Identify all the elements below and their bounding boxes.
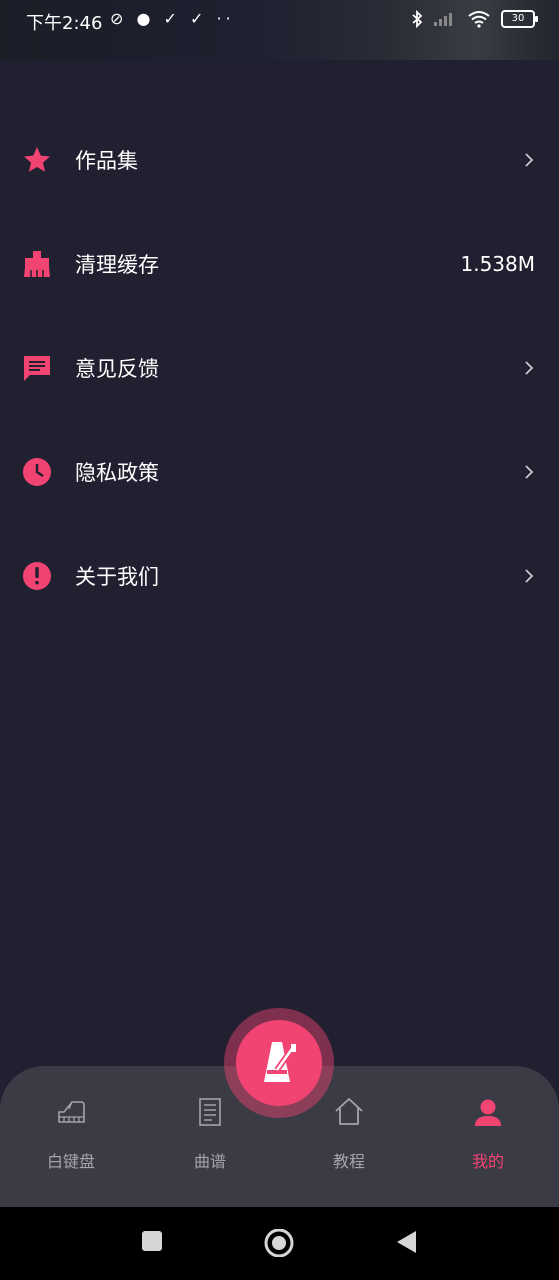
status-bar: 下午2:46 ⊘ ● ✓ ✓ ·· 30 bbox=[0, 0, 559, 60]
star-icon bbox=[24, 147, 50, 172]
back-icon[interactable] bbox=[394, 1229, 418, 1255]
recent-apps-icon[interactable] bbox=[140, 1229, 164, 1253]
metronome-button[interactable] bbox=[236, 1020, 322, 1106]
system-nav-bar bbox=[0, 1207, 559, 1280]
menu-item-about[interactable]: 关于我们 bbox=[0, 524, 559, 628]
menu-item-clear-cache[interactable]: 清理缓存 1.538M bbox=[0, 212, 559, 316]
tab-tutorial[interactable]: 教程 bbox=[299, 1096, 399, 1172]
chevron-right-icon bbox=[525, 465, 534, 479]
status-time: 下午2:46 bbox=[26, 13, 103, 34]
menu-label: 作品集 bbox=[75, 149, 138, 173]
notification-icons: ⊘ ● ✓ ✓ ·· bbox=[110, 9, 235, 28]
clock-icon bbox=[23, 458, 51, 486]
nav-label: 教程 bbox=[332, 1152, 365, 1171]
menu-item-privacy[interactable]: 隐私政策 bbox=[0, 420, 559, 524]
menu-label: 清理缓存 bbox=[75, 253, 159, 277]
alert-icon bbox=[23, 562, 51, 590]
battery-icon: 30 bbox=[501, 10, 538, 28]
cache-size-value: 1.538M bbox=[460, 252, 535, 276]
piano-icon bbox=[58, 1101, 85, 1123]
tab-white-keys[interactable]: 白键盘 bbox=[21, 1096, 121, 1172]
nav-label: 白键盘 bbox=[46, 1152, 95, 1171]
menu-item-portfolio[interactable]: 作品集 bbox=[0, 108, 559, 212]
signal-icon bbox=[434, 13, 452, 26]
menu-label: 关于我们 bbox=[75, 565, 159, 589]
chevron-right-icon bbox=[525, 569, 534, 583]
chat-icon bbox=[24, 356, 50, 381]
chevron-right-icon bbox=[525, 361, 534, 375]
broom-icon bbox=[24, 251, 50, 277]
home-button-icon[interactable] bbox=[263, 1229, 295, 1257]
chevron-right-icon bbox=[525, 153, 534, 167]
menu-item-feedback[interactable]: 意见反馈 bbox=[0, 316, 559, 420]
sheet-music-icon bbox=[199, 1098, 221, 1126]
wifi-icon bbox=[468, 11, 490, 28]
tab-mine[interactable]: 我的 bbox=[438, 1096, 538, 1172]
home-icon bbox=[335, 1098, 363, 1125]
menu-label: 隐私政策 bbox=[75, 461, 159, 485]
person-icon bbox=[475, 1099, 501, 1126]
status-right-icons: 30 bbox=[411, 10, 538, 28]
bluetooth-icon bbox=[412, 10, 423, 28]
nav-label: 我的 bbox=[471, 1152, 504, 1171]
menu-label: 意见反馈 bbox=[75, 357, 159, 381]
metronome-icon bbox=[264, 1042, 297, 1082]
nav-label: 曲谱 bbox=[193, 1152, 226, 1171]
settings-menu: 作品集 清理缓存 1.538M 意见反馈 隐私政策 关于我们 bbox=[0, 108, 559, 628]
tab-sheet-music[interactable]: 曲谱 bbox=[160, 1096, 260, 1172]
